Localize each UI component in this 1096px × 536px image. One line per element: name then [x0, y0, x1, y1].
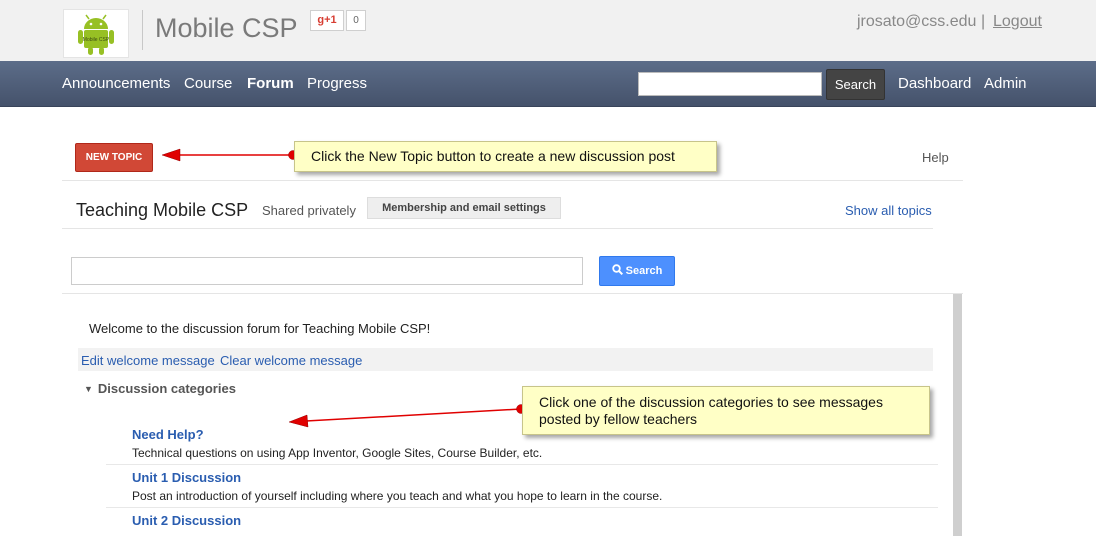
site-search-input[interactable]: [638, 72, 822, 96]
show-all-topics-link[interactable]: Show all topics: [845, 203, 932, 218]
new-topic-callout: Click the New Topic button to create a n…: [294, 141, 717, 172]
site-search-button[interactable]: Search: [826, 69, 885, 100]
magnifier-icon: [611, 264, 623, 276]
nav-admin[interactable]: Admin: [984, 75, 1027, 92]
main-nav: Announcements Course Forum Progress Sear…: [0, 61, 1096, 107]
divider: [62, 180, 963, 181]
callout-text: Click the New Topic button to create a n…: [311, 148, 675, 164]
nav-course[interactable]: Course: [184, 75, 232, 92]
category-description: Technical questions on using App Invento…: [132, 446, 543, 460]
triangle-down-icon: ▼: [84, 384, 93, 394]
callout-line-2: posted by fellow teachers: [539, 411, 697, 427]
nav-forum[interactable]: Forum: [247, 75, 294, 92]
forum-search-input[interactable]: [71, 257, 583, 285]
category-need-help[interactable]: Need Help?: [132, 427, 204, 442]
edit-welcome-link[interactable]: Edit welcome message: [81, 353, 215, 368]
divider: [62, 293, 963, 294]
google-plus-count: 0: [346, 10, 366, 31]
scrollbar[interactable]: [953, 294, 962, 536]
forum-search-button[interactable]: Search: [599, 256, 675, 286]
nav-progress[interactable]: Progress: [307, 75, 367, 92]
new-topic-button[interactable]: NEW TOPIC: [75, 143, 153, 172]
logo-text: Mobile CSP: [83, 37, 110, 43]
header-divider: [142, 10, 143, 50]
sharing-status: Shared privately: [262, 203, 356, 218]
category-description: Post an introduction of yourself includi…: [132, 489, 663, 503]
welcome-message: Welcome to the discussion forum for Teac…: [89, 321, 431, 336]
top-header: Mobile CSP Mobile CSP g+1 0 jrosato@css.…: [0, 0, 1096, 61]
help-link[interactable]: Help: [922, 150, 949, 165]
categories-header-label: Discussion categories: [97, 381, 236, 396]
user-email: jrosato@css.edu: [857, 13, 977, 30]
forum-search-label: Search: [625, 265, 663, 277]
nav-announcements[interactable]: Announcements: [62, 75, 170, 92]
divider: [106, 507, 938, 508]
nav-dashboard[interactable]: Dashboard: [898, 75, 971, 92]
android-logo-icon[interactable]: Mobile CSP: [63, 9, 129, 58]
header-separator: |: [981, 13, 986, 30]
clear-welcome-link[interactable]: Clear welcome message: [220, 353, 362, 368]
callout-line-1: Click one of the discussion categories t…: [539, 394, 883, 410]
membership-settings-button[interactable]: Membership and email settings: [367, 197, 561, 219]
categories-callout: Click one of the discussion categories t…: [522, 386, 930, 435]
divider: [62, 228, 933, 229]
site-title[interactable]: Mobile CSP: [155, 13, 298, 44]
callout-text: Click one of the discussion categories t…: [539, 394, 883, 428]
forum-title: Teaching Mobile CSP: [76, 200, 249, 220]
logout-link[interactable]: Logout: [993, 13, 1042, 31]
categories-header[interactable]: ▼ Discussion categories: [84, 381, 236, 396]
category-unit-2[interactable]: Unit 2 Discussion: [132, 513, 241, 528]
google-plus-one-button[interactable]: g+1: [310, 10, 344, 31]
divider: [106, 464, 938, 465]
category-unit-1[interactable]: Unit 1 Discussion: [132, 470, 241, 485]
